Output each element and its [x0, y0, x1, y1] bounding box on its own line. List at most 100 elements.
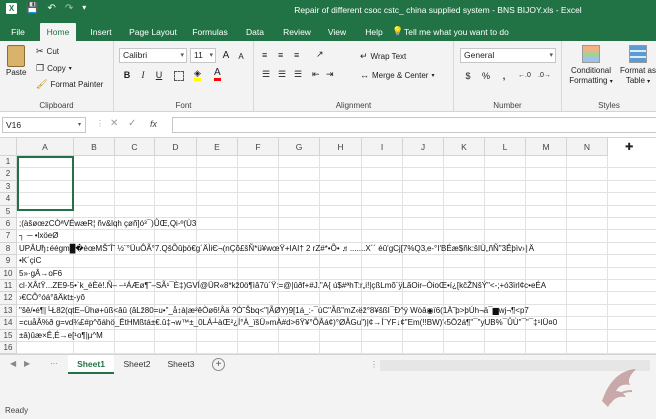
- cell-text: [19, 342, 654, 354]
- column-header-b[interactable]: B: [74, 138, 115, 156]
- cell-text: [19, 181, 654, 193]
- column-header-j[interactable]: J: [403, 138, 444, 156]
- row-header[interactable]: 9: [0, 255, 17, 268]
- prev-sheet-icon[interactable]: ◀: [10, 359, 16, 368]
- tab-formulas[interactable]: Formulas: [188, 23, 232, 41]
- column-header-g[interactable]: G: [279, 138, 320, 156]
- cut-button[interactable]: ✂ Cut: [36, 46, 59, 57]
- column-header-a[interactable]: A: [17, 138, 74, 156]
- decrease-decimal-icon[interactable]: .0→: [538, 72, 551, 79]
- shrink-font-button[interactable]: A: [233, 49, 249, 64]
- paste-button[interactable]: Paste: [6, 45, 26, 77]
- tab-help[interactable]: Help: [360, 23, 388, 41]
- format-as-table-button[interactable]: Format as Table ▾: [618, 45, 656, 87]
- tab-page-layout[interactable]: Page Layout: [124, 23, 182, 41]
- alignment-group-label: Alignment: [335, 101, 372, 110]
- column-header-h[interactable]: H: [320, 138, 362, 156]
- column-header-k[interactable]: K: [444, 138, 485, 156]
- column-header-c[interactable]: C: [115, 138, 155, 156]
- fill-color-icon[interactable]: ◈: [194, 69, 201, 81]
- row-header[interactable]: 14: [0, 317, 17, 330]
- row-header[interactable]: 6: [0, 218, 17, 231]
- more-options-icon[interactable]: ⋮: [96, 119, 104, 128]
- column-header-i[interactable]: I: [362, 138, 403, 156]
- column-header-n[interactable]: N: [567, 138, 608, 156]
- percent-button[interactable]: %: [478, 69, 494, 84]
- increase-indent-icon[interactable]: ⇥: [326, 69, 334, 80]
- cancel-icon[interactable]: ✕: [110, 118, 118, 129]
- align-middle-icon[interactable]: ≡: [278, 50, 283, 60]
- number-format-select[interactable]: General ▾: [460, 48, 556, 63]
- chevron-down-icon[interactable]: ▾: [78, 121, 81, 128]
- row-header[interactable]: 15: [0, 329, 17, 342]
- row-header[interactable]: 2: [0, 168, 17, 181]
- orientation-icon[interactable]: ↗: [316, 49, 324, 60]
- column-header-d[interactable]: D: [155, 138, 197, 156]
- row-header[interactable]: 3: [0, 180, 17, 194]
- enter-icon[interactable]: ✓: [128, 118, 136, 129]
- column-header-m[interactable]: M: [526, 138, 567, 156]
- formula-input[interactable]: [172, 117, 656, 133]
- font-color-icon[interactable]: A: [214, 68, 221, 81]
- row-header[interactable]: 10: [0, 267, 17, 280]
- formatting-label: Formatting: [569, 76, 608, 85]
- currency-button[interactable]: $: [460, 69, 476, 84]
- tab-file[interactable]: File: [4, 23, 32, 41]
- copy-button[interactable]: ❐ Copy ▾: [36, 63, 72, 74]
- row-header[interactable]: 11: [0, 280, 17, 293]
- tab-home[interactable]: Home: [40, 23, 76, 41]
- align-left-icon[interactable]: ☰: [262, 69, 270, 80]
- merge-center-button[interactable]: ↔ Merge & Center ▾: [360, 70, 434, 80]
- decrease-indent-icon[interactable]: ⇤: [312, 69, 320, 80]
- styles-group: Conditional Formatting ▾ Format as Table…: [562, 41, 656, 112]
- add-sheet-button[interactable]: +: [212, 358, 225, 371]
- format-painter-button[interactable]: 🖌 Format Painter: [36, 79, 103, 90]
- align-right-icon[interactable]: ☰: [294, 69, 302, 80]
- row-header[interactable]: 4: [0, 193, 17, 206]
- row-header[interactable]: 12: [0, 292, 17, 305]
- sheet-tab-sheet3[interactable]: Sheet3: [160, 355, 202, 374]
- column-header-l[interactable]: L: [485, 138, 526, 156]
- more-sheets-icon[interactable]: ⋯: [50, 359, 58, 368]
- align-bottom-icon[interactable]: ≡: [294, 50, 299, 60]
- row-header[interactable]: 8: [0, 242, 17, 256]
- row-header[interactable]: 16: [0, 342, 17, 354]
- cell-text: 5»·gÂ→oF6: [19, 268, 63, 278]
- font-size-select[interactable]: 11 ▾: [190, 48, 216, 63]
- row-header[interactable]: 7: [0, 230, 17, 243]
- insert-function-button[interactable]: fx: [150, 119, 157, 129]
- column-header-e[interactable]: E: [197, 138, 238, 156]
- underline-button[interactable]: U: [151, 68, 167, 83]
- tell-me-search[interactable]: Tell me what you want to do: [404, 23, 509, 41]
- row-header[interactable]: 13: [0, 304, 17, 318]
- cell-text: •K´çiC: [19, 256, 42, 266]
- wrap-text-button[interactable]: ↵ Wrap Text: [360, 51, 406, 62]
- tab-insert[interactable]: Insert: [84, 23, 118, 41]
- next-sheet-icon[interactable]: ▶: [24, 359, 30, 368]
- sheet-tab-sheet2[interactable]: Sheet2: [116, 355, 158, 374]
- select-all-corner[interactable]: [0, 138, 17, 156]
- row-header[interactable]: 5: [0, 205, 17, 218]
- ribbon-tabs: File Home Insert Page Layout Formulas Da…: [0, 20, 656, 41]
- scissors-icon: ✂: [36, 46, 44, 56]
- conditional-formatting-button[interactable]: Conditional Formatting ▾: [566, 45, 616, 87]
- italic-button[interactable]: I: [135, 68, 151, 83]
- borders-icon[interactable]: [174, 71, 184, 81]
- increase-decimal-icon[interactable]: ←.0: [518, 72, 531, 79]
- font-family-select[interactable]: Calibri ▾: [119, 48, 187, 63]
- column-header-f[interactable]: F: [238, 138, 279, 156]
- name-box[interactable]: V16: [2, 117, 86, 133]
- bold-button[interactable]: B: [119, 68, 135, 83]
- comma-button[interactable]: ,: [496, 69, 512, 84]
- tab-data[interactable]: Data: [240, 23, 270, 41]
- spreadsheet-grid[interactable]: ABCDEFGHIJKLMN 1 2 3 4 5 6 ;(àšøœzCÒªVÉwæR¦ ñv…: [0, 138, 656, 354]
- tab-view[interactable]: View: [322, 23, 352, 41]
- tab-review[interactable]: Review: [278, 23, 316, 41]
- sheet-tab-sheet1[interactable]: Sheet1: [68, 355, 114, 374]
- scroll-options-icon[interactable]: ⋮: [370, 360, 378, 369]
- wrap-text-label: Wrap Text: [370, 52, 407, 61]
- align-top-icon[interactable]: ≡: [262, 50, 267, 60]
- align-center-icon[interactable]: ☰: [278, 69, 286, 80]
- grow-font-button[interactable]: A: [218, 48, 234, 63]
- row-header[interactable]: 1: [0, 156, 17, 169]
